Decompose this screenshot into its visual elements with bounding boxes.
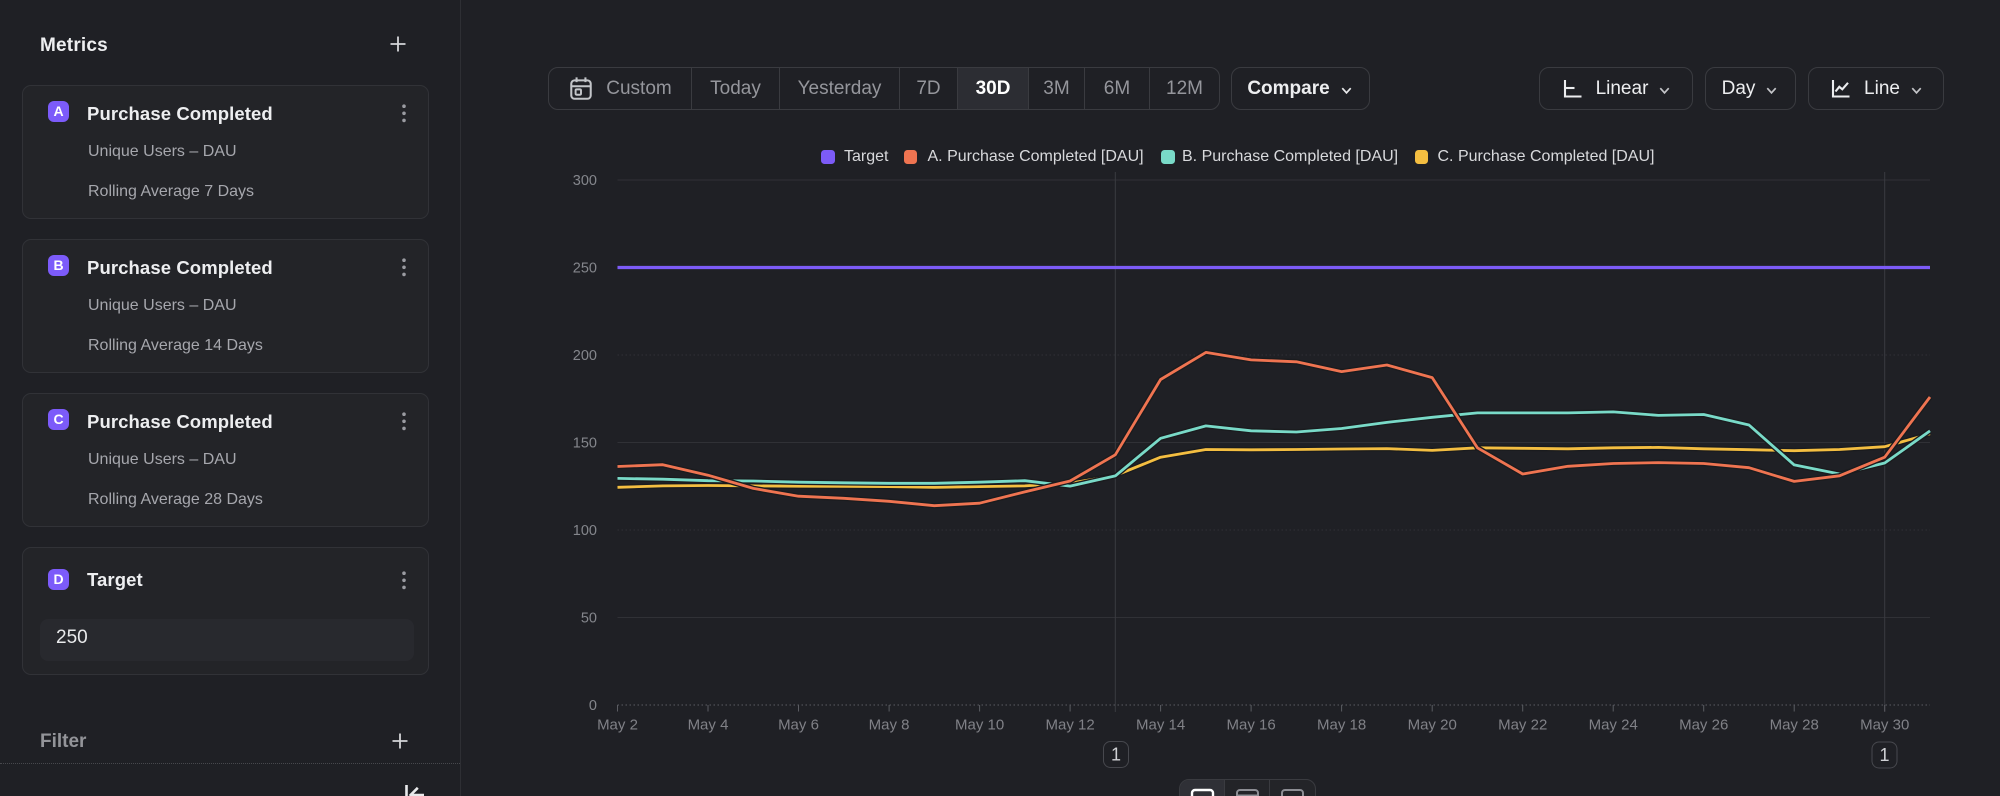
svg-text:May 20: May 20 xyxy=(1408,717,1457,734)
svg-text:May 26: May 26 xyxy=(1679,717,1728,734)
svg-text:150: 150 xyxy=(573,436,597,452)
svg-text:50: 50 xyxy=(581,611,597,627)
svg-text:200: 200 xyxy=(573,348,597,364)
svg-text:100: 100 xyxy=(573,523,597,539)
svg-text:1: 1 xyxy=(1111,745,1121,765)
svg-text:May 18: May 18 xyxy=(1317,717,1366,734)
svg-text:May 22: May 22 xyxy=(1498,717,1547,734)
svg-text:300: 300 xyxy=(573,173,597,189)
svg-text:May 24: May 24 xyxy=(1589,717,1638,734)
svg-text:May 6: May 6 xyxy=(778,717,819,734)
svg-text:May 4: May 4 xyxy=(688,717,729,734)
svg-text:1: 1 xyxy=(1879,745,1889,765)
svg-text:May 12: May 12 xyxy=(1045,717,1094,734)
svg-text:May 30: May 30 xyxy=(1860,717,1909,734)
svg-text:May 2: May 2 xyxy=(597,717,638,734)
svg-text:May 14: May 14 xyxy=(1136,717,1185,734)
svg-text:May 28: May 28 xyxy=(1770,717,1819,734)
svg-text:May 10: May 10 xyxy=(955,717,1004,734)
svg-text:250: 250 xyxy=(573,261,597,277)
svg-text:May 8: May 8 xyxy=(869,717,910,734)
svg-text:0: 0 xyxy=(589,698,597,714)
svg-text:May 16: May 16 xyxy=(1226,717,1275,734)
